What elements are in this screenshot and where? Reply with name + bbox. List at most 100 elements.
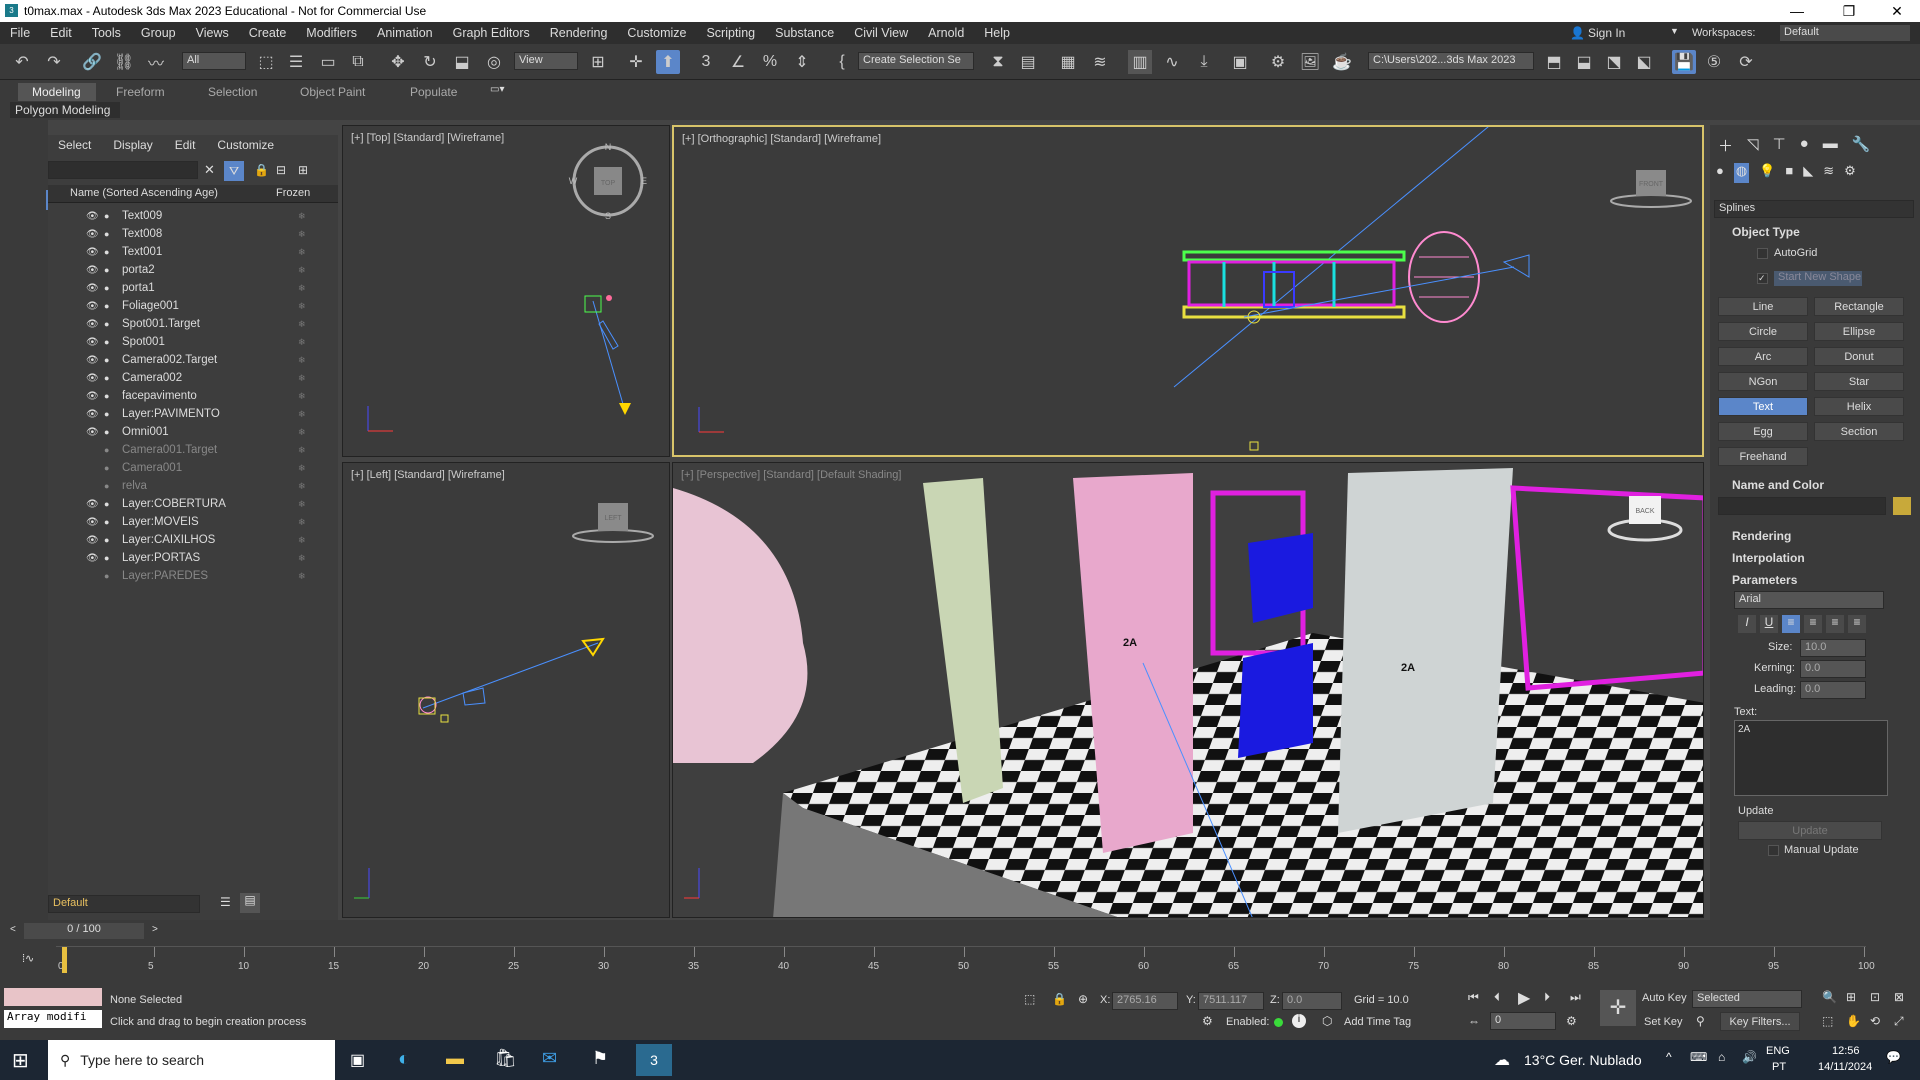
rendered-frame-icon[interactable]: 🖼 xyxy=(1298,50,1322,74)
curve-editor-icon[interactable]: ∿ xyxy=(1160,50,1184,74)
task-view-icon[interactable]: ▣ xyxy=(350,1050,365,1070)
visibility-eye-icon[interactable]: 👁 xyxy=(86,301,99,312)
menu-graph-editors[interactable]: Graph Editors xyxy=(443,26,540,40)
maxscript-input[interactable]: Array modifi xyxy=(4,1010,102,1028)
undo-icon[interactable]: ↶ xyxy=(10,50,34,74)
scene-list-item[interactable]: ● relva ❄ xyxy=(48,477,338,495)
scene-explorer-icon[interactable]: ▦ xyxy=(1056,50,1080,74)
ribbon-tab-populate[interactable]: Populate xyxy=(402,83,465,101)
orbit-icon[interactable]: ⟲ xyxy=(1870,1014,1880,1028)
spline-button-arc[interactable]: Arc xyxy=(1718,347,1808,366)
viewport-left-label[interactable]: [+] [Left] [Standard] [Wireframe] xyxy=(351,469,505,481)
spline-button-rectangle[interactable]: Rectangle xyxy=(1814,297,1904,316)
x-coordinate[interactable]: 2765.16 xyxy=(1112,992,1178,1010)
scene-search-input[interactable] xyxy=(48,161,198,179)
scene-menu-customize[interactable]: Customize xyxy=(217,138,274,152)
absolute-mode-icon[interactable]: ⊕ xyxy=(1078,992,1088,1006)
visibility-eye-icon[interactable]: 👁 xyxy=(86,535,99,546)
rect-selection-icon[interactable]: ▭ xyxy=(316,50,340,74)
visibility-eye-icon[interactable]: 👁 xyxy=(86,355,99,366)
viewcube[interactable]: LEFT xyxy=(568,498,658,548)
maximize-viewport-icon[interactable]: ⤢ xyxy=(1894,1014,1904,1029)
hierarchy-icon[interactable]: ⊟ xyxy=(276,163,286,177)
volume-icon[interactable]: 🔊 xyxy=(1742,1050,1757,1064)
render-icon[interactable]: ☕ xyxy=(1330,50,1354,74)
time-config-icon[interactable]: ⚙ xyxy=(1566,1014,1577,1028)
pan-icon[interactable]: ✋ xyxy=(1846,1014,1861,1028)
redo-icon[interactable]: ↷ xyxy=(42,50,66,74)
3dsmax-taskbar-icon[interactable]: 3 xyxy=(636,1044,672,1076)
visibility-eye-icon[interactable]: 👁 xyxy=(86,265,99,276)
visibility-eye-icon[interactable]: 👁 xyxy=(86,211,99,222)
manual-update-checkbox[interactable] xyxy=(1768,845,1779,856)
spline-button-star[interactable]: Star xyxy=(1814,372,1904,391)
rollout-name-and-color[interactable]: Name and Color xyxy=(1718,478,1914,492)
spline-button-ngon[interactable]: NGon xyxy=(1718,372,1808,391)
menu-arnold[interactable]: Arnold xyxy=(918,26,974,40)
tray-chevron-icon[interactable]: ^ xyxy=(1666,1050,1672,1064)
move-icon[interactable]: ✥ xyxy=(386,50,410,74)
go-to-start-icon[interactable]: ⏮ xyxy=(1468,990,1479,1005)
reference-coord-select[interactable]: View xyxy=(514,52,578,70)
menu-views[interactable]: Views xyxy=(186,26,239,40)
scene-list-item[interactable]: ● Layer:PAREDES ❄ xyxy=(48,567,338,585)
freeze-icon[interactable]: ❄ xyxy=(298,373,306,384)
file-explorer-icon[interactable]: ▬ xyxy=(446,1048,464,1069)
scene-list-item[interactable]: 👁 ● Layer:COBERTURA ❄ xyxy=(48,495,338,513)
menu-edit[interactable]: Edit xyxy=(40,26,82,40)
snap-toggle-icon[interactable]: 3 xyxy=(694,50,718,74)
key-filters-button[interactable]: Key Filters... xyxy=(1720,1012,1800,1031)
store-icon[interactable]: 🛍 xyxy=(494,1048,517,1069)
spline-button-circle[interactable]: Circle xyxy=(1718,322,1808,341)
menu-customize[interactable]: Customize xyxy=(617,26,696,40)
scene-list-item[interactable]: 👁 ● porta1 ❄ xyxy=(48,279,338,297)
viewport-perspective[interactable]: 2A 2A [+] [Perspective] [Standard] [Defa… xyxy=(672,462,1704,918)
spinner-snap-icon[interactable]: ⇕ xyxy=(790,50,814,74)
spline-button-section[interactable]: Section xyxy=(1814,422,1904,441)
zoom-extents-icon[interactable]: ⊡ xyxy=(1870,990,1880,1004)
edit-container-icon[interactable]: ⬕ xyxy=(1632,50,1656,74)
viewcube[interactable]: BACK xyxy=(1605,488,1685,548)
layers-icon[interactable]: ⊞ xyxy=(298,163,308,177)
edge-icon[interactable]: ◐ xyxy=(398,1048,410,1071)
maximize-button[interactable]: ❐ xyxy=(1826,0,1872,22)
create-tab-icon[interactable]: ＋ xyxy=(1718,135,1733,155)
size-spinner[interactable]: 10.0 xyxy=(1800,639,1866,657)
align-center-button[interactable]: ≡ xyxy=(1804,615,1822,633)
windows-start-icon[interactable]: ⊞ xyxy=(12,1048,29,1073)
maxscript-listener[interactable] xyxy=(4,988,102,1006)
freeze-icon[interactable]: ❄ xyxy=(298,517,306,528)
scene-list-item[interactable]: 👁 ● Text008 ❄ xyxy=(48,225,338,243)
spline-button-egg[interactable]: Egg xyxy=(1718,422,1808,441)
close-button[interactable]: ✕ xyxy=(1874,0,1920,22)
layer-explorer-icon[interactable]: ≋ xyxy=(1088,50,1112,74)
help-search-icon[interactable]: ⟳ xyxy=(1734,50,1758,74)
modify-tab-icon[interactable]: ◹ xyxy=(1747,135,1759,155)
field-of-view-icon[interactable]: ⬚ xyxy=(1822,1014,1833,1028)
layer-select[interactable]: Default xyxy=(48,895,200,913)
app-pinned-icon[interactable]: ⚑ xyxy=(592,1048,608,1069)
schematic-view-icon[interactable]: ⤓ xyxy=(1192,50,1216,74)
window-crossing-icon[interactable]: ⧉ xyxy=(346,50,370,74)
category-select[interactable]: Splines xyxy=(1714,200,1914,218)
freeze-icon[interactable]: ❄ xyxy=(298,283,306,294)
start-new-shape-checkbox[interactable]: ✓ xyxy=(1757,273,1768,284)
ribbon-tab-object-paint[interactable]: Object Paint xyxy=(292,83,373,101)
rollout-interpolation[interactable]: Interpolation xyxy=(1718,551,1914,565)
spline-button-freehand[interactable]: Freehand xyxy=(1718,447,1808,466)
clock-time[interactable]: 12:56 xyxy=(1832,1045,1860,1057)
mirror-icon[interactable]: ⧗ xyxy=(986,50,1010,74)
freeze-icon[interactable]: ❄ xyxy=(298,391,306,402)
kerning-spinner[interactable]: 0.0 xyxy=(1800,660,1866,678)
visibility-eye-icon[interactable]: 👁 xyxy=(86,499,99,510)
render-setup-icon[interactable]: ⚙ xyxy=(1266,50,1290,74)
rollout-rendering[interactable]: Rendering xyxy=(1718,529,1914,543)
spline-button-ellipse[interactable]: Ellipse xyxy=(1814,322,1904,341)
scene-list-item[interactable]: 👁 ● Camera002.Target ❄ xyxy=(48,351,338,369)
menu-create[interactable]: Create xyxy=(239,26,297,40)
angle-snap-icon[interactable]: ∠ xyxy=(726,50,750,74)
freeze-icon[interactable]: ❄ xyxy=(298,553,306,564)
zoom-all-icon[interactable]: ⊞ xyxy=(1846,990,1856,1004)
column-frozen[interactable]: Frozen xyxy=(276,187,310,199)
chevron-down-icon[interactable]: ▼ xyxy=(1670,26,1679,36)
